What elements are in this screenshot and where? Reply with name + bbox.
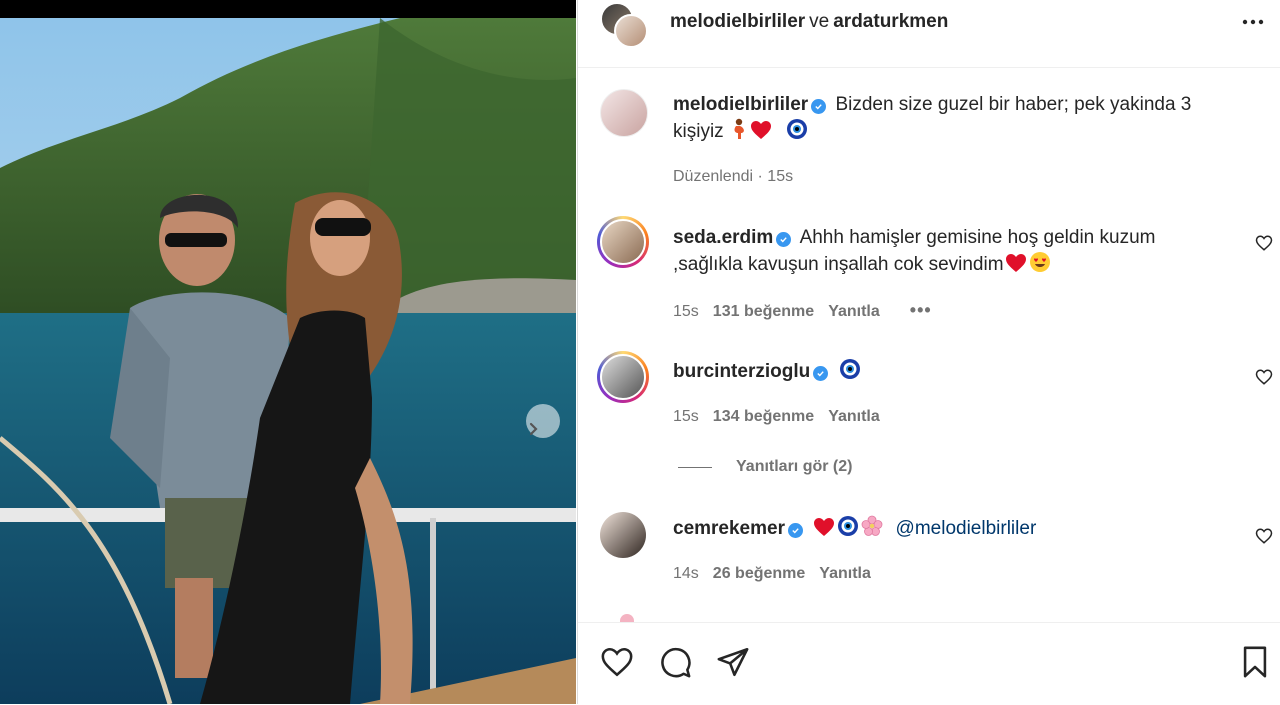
- pregnant-woman-emoji-icon: [730, 118, 748, 148]
- reply-button[interactable]: Yanıtla: [828, 408, 880, 425]
- view-replies-label: Yanıtları gör (2): [736, 458, 853, 475]
- caption-text-cont: kişiyiz: [673, 121, 724, 142]
- avatar: [600, 219, 646, 265]
- caption-meta: Düzenlendi · 15s: [673, 168, 793, 186]
- edited-label: Düzenlendi: [673, 168, 754, 185]
- reply-button[interactable]: Yanıtla: [819, 565, 871, 582]
- red-heart-emoji-icon: [750, 120, 772, 148]
- send-icon[interactable]: [716, 645, 750, 679]
- chevron-right-icon: [529, 422, 538, 436]
- comment: seda.erdim Ahhh hamişler gemisine hoş ge…: [673, 224, 1213, 281]
- heart-icon[interactable]: [1255, 527, 1273, 545]
- heart-icon[interactable]: [1255, 368, 1273, 386]
- collab-avatars[interactable]: [600, 2, 652, 50]
- reply-button[interactable]: Yanıtla: [828, 303, 880, 320]
- verified-badge-icon: [813, 366, 829, 381]
- avatar: [614, 14, 648, 48]
- comment-text-cont: ,sağlıkla kavuşun inşallah cok sevindim: [673, 254, 1004, 275]
- divider: [678, 466, 712, 468]
- avatar[interactable]: [600, 512, 646, 558]
- story-ring-avatar[interactable]: [597, 216, 649, 268]
- caption-username[interactable]: melodielbirliler: [673, 94, 808, 115]
- comment-time: 15s: [673, 303, 699, 320]
- meta-separator: ·: [757, 168, 763, 185]
- red-heart-emoji-icon: [1005, 253, 1027, 281]
- heart-icon[interactable]: [600, 645, 634, 679]
- nazar-amulet-emoji-icon: [837, 515, 859, 545]
- caption-text: Bizden size guzel bir haber; pek yakinda…: [835, 94, 1192, 115]
- more-horizontal-icon: [1242, 19, 1264, 25]
- verified-badge-icon: [811, 99, 827, 114]
- comment-meta: 14s 26 beğenme Yanıtla: [673, 565, 871, 583]
- like-count[interactable]: 131 beğenme: [713, 303, 814, 320]
- author-username[interactable]: ardaturkmen: [833, 11, 948, 32]
- collab-authors: melodielbirliler ve ardaturkmen: [670, 11, 948, 33]
- comment-username[interactable]: burcinterzioglu: [673, 361, 810, 382]
- next-comment-avatar: [620, 614, 634, 622]
- comment: cemrekemer @melodielbirliler: [673, 515, 1213, 545]
- author-connector: ve: [809, 11, 830, 32]
- comment-icon[interactable]: [658, 645, 692, 679]
- post-photo: [0, 0, 576, 704]
- comment-time: 15s: [673, 408, 699, 425]
- comment-meta: 15s 131 beğenme Yanıtla •••: [673, 300, 932, 321]
- cherry-blossom-emoji-icon: [861, 515, 883, 545]
- couple-on-boat-image: [0, 18, 576, 704]
- red-heart-emoji-icon: [813, 517, 835, 545]
- view-replies-button[interactable]: Yanıtları gör (2): [678, 458, 852, 476]
- caption-time: 15s: [767, 168, 794, 185]
- bookmark-icon[interactable]: [1238, 645, 1272, 679]
- story-ring-avatar[interactable]: [597, 351, 649, 403]
- verified-badge-icon: [776, 232, 792, 247]
- comment-text: Ahhh hamişler gemisine hoş geldin kuzum: [799, 227, 1156, 248]
- comment-more-button[interactable]: •••: [910, 300, 932, 320]
- comment-time: 14s: [673, 565, 699, 582]
- comment-username[interactable]: cemrekemer: [673, 518, 785, 539]
- avatar[interactable]: [600, 89, 648, 137]
- more-options-button[interactable]: [1241, 10, 1265, 38]
- author-username[interactable]: melodielbirliler: [670, 11, 805, 32]
- comment: burcinterzioglu: [673, 358, 1213, 388]
- post-detail-panel: melodielbirliler ve ardaturkmen melodielbi…: [577, 0, 1280, 704]
- verified-badge-icon: [787, 523, 803, 538]
- heart-icon[interactable]: [1255, 234, 1273, 252]
- comment-meta: 15s 134 beğenme Yanıtla: [673, 408, 880, 426]
- heart-eyes-emoji-icon: [1029, 251, 1051, 281]
- comment-username[interactable]: seda.erdim: [673, 227, 773, 248]
- avatar: [600, 354, 646, 400]
- like-count[interactable]: 26 beğenme: [713, 565, 805, 582]
- like-count[interactable]: 134 beğenme: [713, 408, 814, 425]
- next-photo-button[interactable]: [526, 404, 560, 438]
- nazar-amulet-emoji-icon: [839, 358, 861, 388]
- post-action-bar: [578, 622, 1280, 705]
- post-header: melodielbirliler ve ardaturkmen: [578, 0, 1280, 68]
- mention-link[interactable]: @melodielbirliler: [896, 518, 1037, 539]
- caption: melodielbirliler Bizden size guzel bir h…: [673, 91, 1213, 148]
- nazar-amulet-emoji-icon: [786, 118, 808, 148]
